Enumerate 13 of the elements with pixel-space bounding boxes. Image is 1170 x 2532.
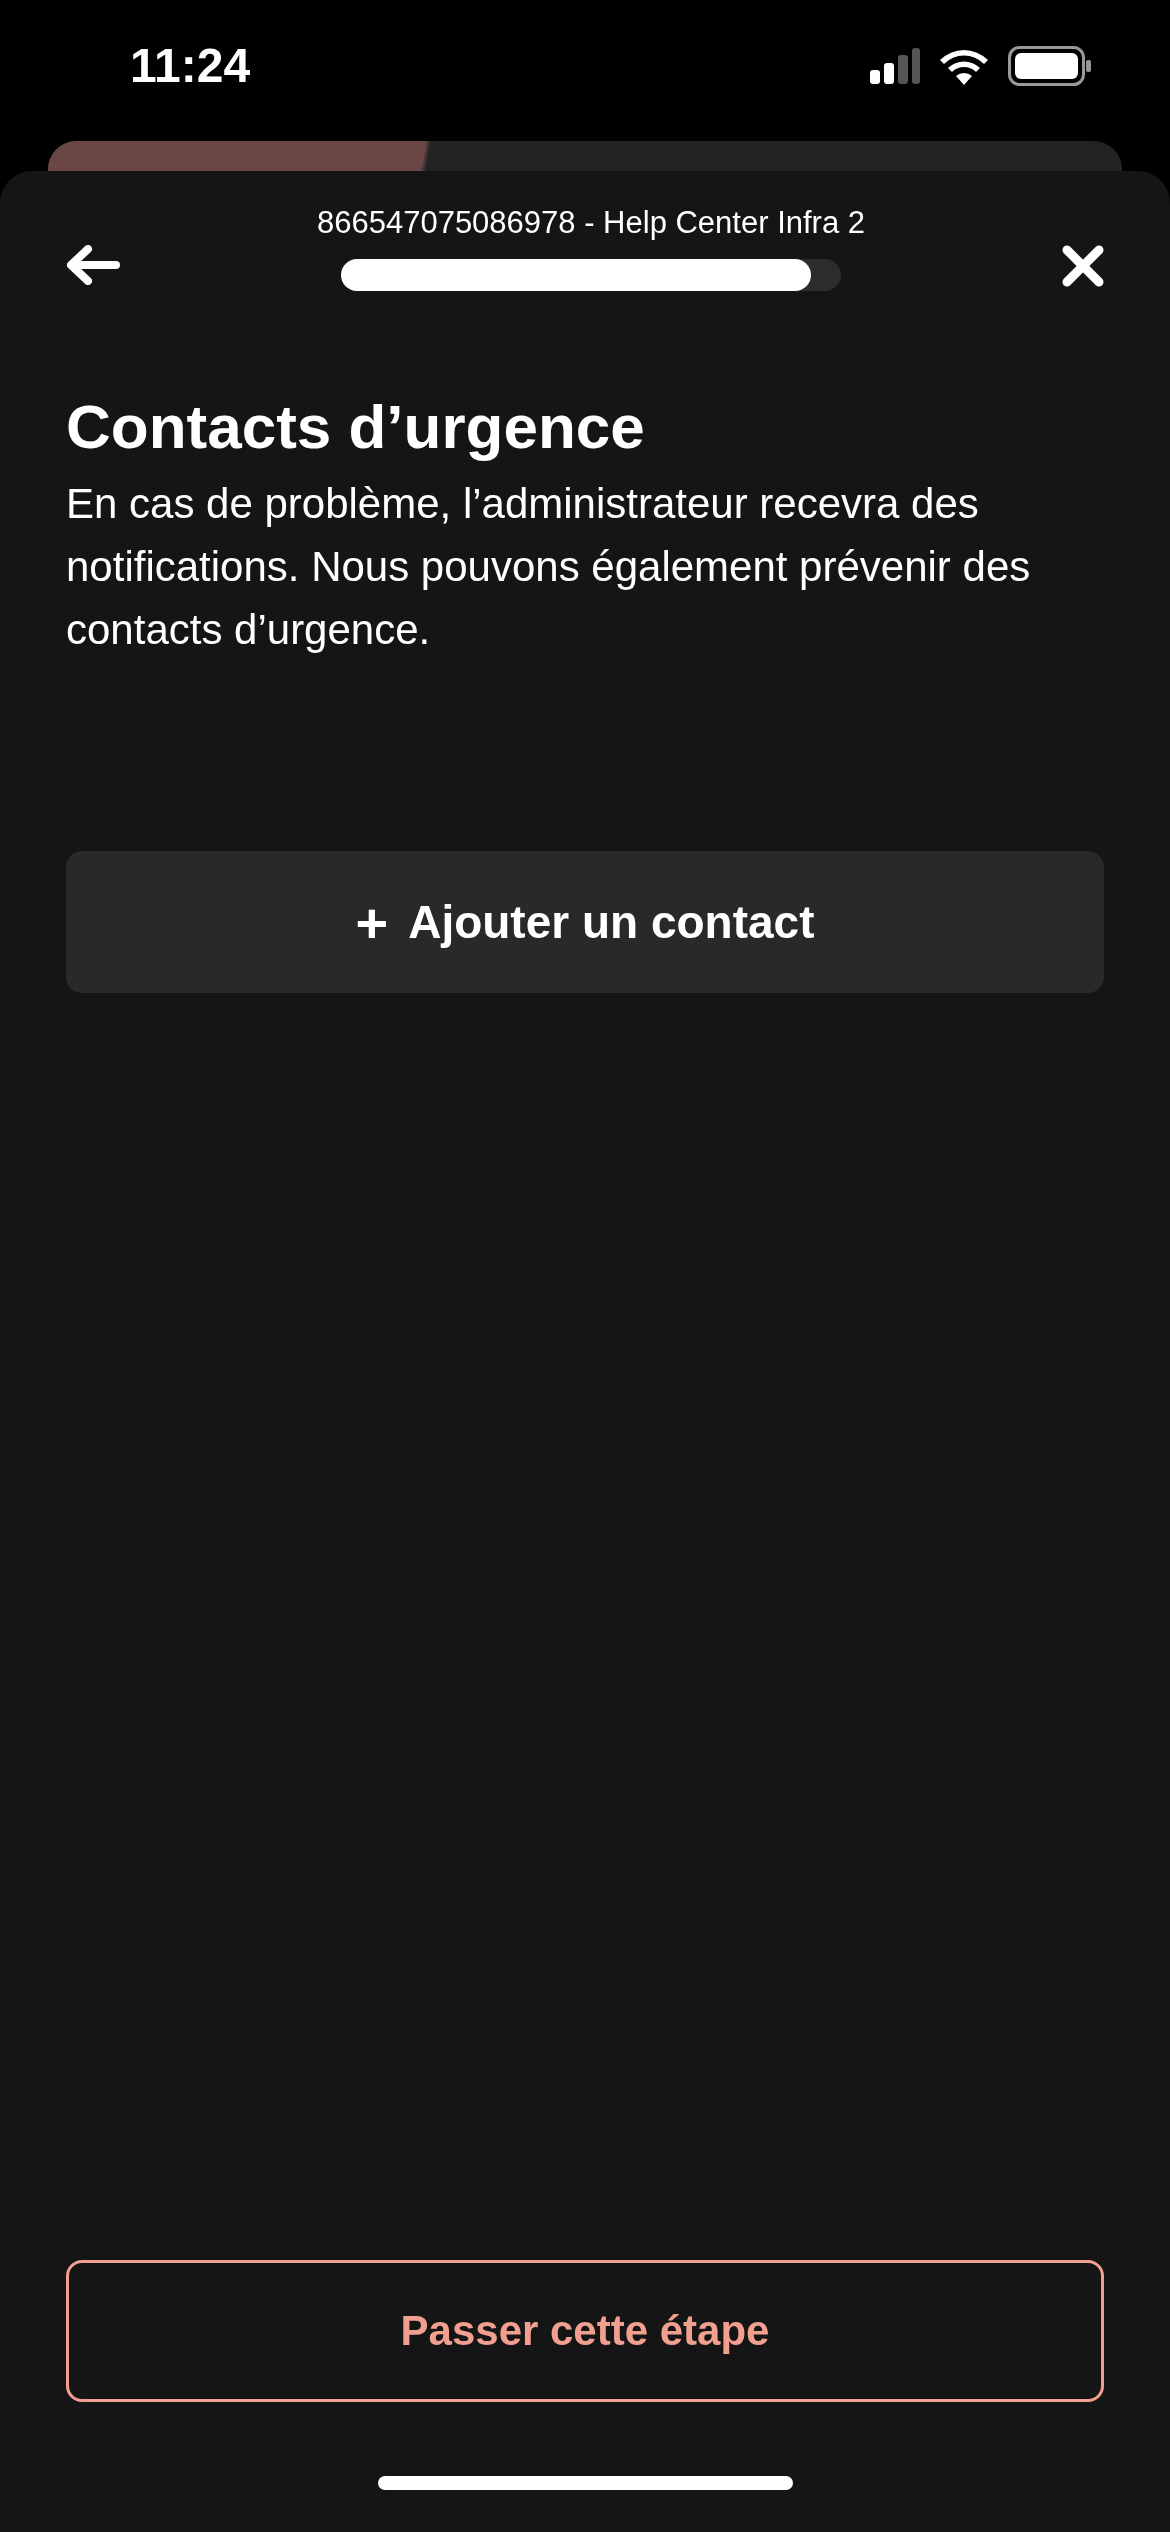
plus-icon: +: [355, 889, 389, 955]
battery-icon: [1008, 45, 1092, 86]
back-arrow-icon: [66, 245, 120, 285]
add-contact-button[interactable]: + Ajouter un contact: [66, 851, 1104, 993]
close-icon: [1062, 245, 1104, 287]
header-title: 866547075086978 - Help Center Infra 2: [316, 205, 866, 241]
signal-icon: [870, 47, 920, 84]
page-heading: Contacts d’urgence: [66, 391, 646, 462]
back-button[interactable]: [66, 245, 120, 285]
skip-step-button[interactable]: Passer cette étape: [66, 2260, 1104, 2402]
status-time: 11:24: [130, 38, 251, 93]
close-button[interactable]: [1062, 245, 1104, 287]
description-text: En cas de problème, l’administrateur recevra des notifications. Nous pouvons également prévenir des contacts d’urgence.: [66, 479, 1032, 655]
